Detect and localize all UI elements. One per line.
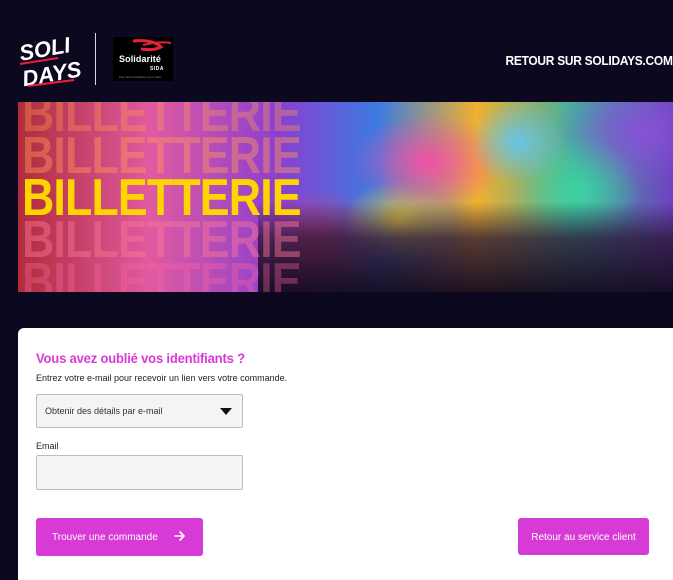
crowd-image: [258, 202, 673, 292]
find-order-button[interactable]: Trouver une commande: [36, 518, 203, 556]
method-select-value: Obtenir des détails par e-mail: [45, 406, 163, 416]
forgot-credentials-card: Vous avez oublié vos identifiants ? Entr…: [18, 328, 673, 580]
customer-service-button[interactable]: Retour au service client: [518, 518, 649, 555]
sida-tagline: Pas assez solidaires qu'un sida: [119, 75, 161, 79]
email-field[interactable]: [36, 455, 243, 490]
customer-service-label: Retour au service client: [531, 532, 636, 543]
sida-label: SIDA: [150, 66, 164, 72]
form-title: Vous avez oublié vos identifiants ?: [36, 350, 245, 366]
banner-word: BILLETTERIE: [22, 253, 302, 292]
find-order-label: Trouver une commande: [52, 532, 158, 543]
chevron-down-icon: [220, 408, 232, 415]
arrow-right-icon: [174, 531, 185, 541]
email-label: Email: [36, 441, 59, 451]
method-select[interactable]: Obtenir des détails par e-mail: [36, 394, 243, 428]
back-to-solidays-link[interactable]: RETOUR SUR SOLIDAYS.COM: [506, 53, 673, 68]
solidays-logo[interactable]: SOLI DAYS: [17, 32, 84, 91]
form-subtitle: Entrez votre e-mail pour recevoir un lie…: [36, 373, 288, 383]
logo-divider: [95, 33, 96, 85]
solidarite-name: Solidarité: [119, 54, 162, 64]
billetterie-banner: BILLETTERIE BILLETTERIE BILLETTERIE BILL…: [18, 102, 673, 292]
solidays-logo-mark: SOLI DAYS: [17, 32, 83, 91]
site-header: SOLI DAYS Solidarité SIDA Pas assez soli…: [0, 0, 673, 100]
solidarite-sida-logo[interactable]: Solidarité SIDA Pas assez solidaires qu'…: [113, 37, 173, 81]
